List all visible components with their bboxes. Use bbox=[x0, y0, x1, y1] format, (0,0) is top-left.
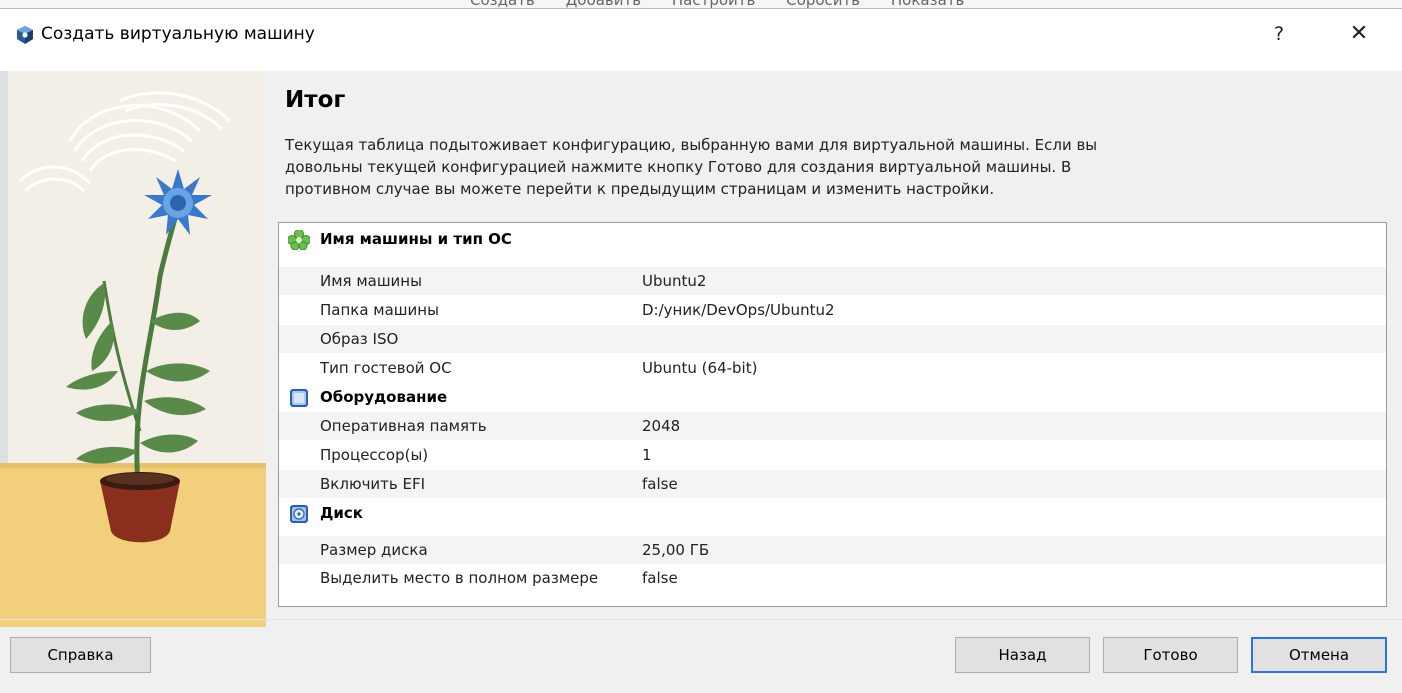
row-key: Папка машины bbox=[320, 301, 439, 319]
close-button[interactable]: ✕ bbox=[1346, 19, 1372, 49]
create-vm-dialog: Создать виртуальную машину ? ✕ Итог Теку… bbox=[0, 8, 1402, 693]
row-value: 2048 bbox=[642, 417, 681, 435]
row-key: Выделить место в полном размере bbox=[320, 569, 599, 587]
summary-row: Включить EFI false bbox=[279, 470, 1386, 498]
summary-row: Выделить место в полном размере false bbox=[279, 564, 1386, 592]
summary-row: Тип гостевой ОС Ubuntu (64-bit) bbox=[279, 354, 1386, 382]
row-key: Оперативная память bbox=[320, 417, 487, 435]
summary-row: Размер диска 25,00 ГБ bbox=[279, 536, 1386, 564]
dialog-title: Создать виртуальную машину bbox=[41, 24, 315, 44]
section-general: Имя машины и тип ОС bbox=[279, 225, 1386, 253]
section-title: Оборудование bbox=[320, 388, 448, 406]
footer-separator bbox=[0, 619, 1402, 620]
row-key: Размер диска bbox=[320, 541, 428, 559]
section-title: Имя машины и тип ОС bbox=[320, 230, 512, 248]
row-key: Процессор(ы) bbox=[320, 446, 429, 464]
row-key: Образ ISO bbox=[320, 330, 399, 348]
row-key: Имя машины bbox=[320, 272, 422, 290]
intro-line: противном случае вы можете перейти к пре… bbox=[285, 180, 995, 198]
row-key: Тип гостевой ОС bbox=[320, 359, 452, 377]
chip-icon bbox=[290, 389, 308, 407]
summary-row: Процессор(ы) 1 bbox=[279, 441, 1386, 469]
section-title: Диск bbox=[320, 504, 363, 522]
dialog-titlebar: Создать виртуальную машину ? ✕ bbox=[0, 9, 1402, 71]
row-value: 1 bbox=[642, 446, 652, 464]
intro-line: Текущая таблица подытоживает конфигураци… bbox=[285, 136, 1098, 154]
row-value: 25,00 ГБ bbox=[642, 541, 710, 559]
hard-disk-icon bbox=[290, 505, 308, 523]
summary-row: Образ ISO bbox=[279, 325, 1386, 353]
row-value: false bbox=[642, 475, 678, 493]
general-settings-icon bbox=[288, 230, 310, 250]
page-intro: Текущая таблица подытоживает конфигураци… bbox=[285, 134, 1285, 200]
virtualbox-icon bbox=[17, 26, 33, 44]
cancel-button[interactable]: Отмена bbox=[1251, 637, 1387, 673]
finish-button[interactable]: Готово bbox=[1103, 637, 1238, 673]
page-heading: Итог bbox=[285, 87, 346, 113]
intro-line: довольны текущей конфигурацией нажмите к… bbox=[285, 158, 1072, 176]
row-value: Ubuntu (64-bit) bbox=[642, 359, 758, 377]
row-value: Ubuntu2 bbox=[642, 272, 707, 290]
summary-table: Имя машины и тип ОС Имя машины Ubuntu2 П… bbox=[278, 222, 1387, 607]
summary-row: Имя машины Ubuntu2 bbox=[279, 267, 1386, 295]
section-disk: Диск bbox=[279, 499, 1386, 527]
summary-row: Оперативная память 2048 bbox=[279, 412, 1386, 440]
row-key: Включить EFI bbox=[320, 475, 426, 493]
back-button[interactable]: Назад bbox=[955, 637, 1090, 673]
help-question-button[interactable]: ? bbox=[1268, 19, 1290, 49]
help-button[interactable]: Справка bbox=[10, 637, 151, 673]
section-hardware: Оборудование bbox=[279, 383, 1386, 411]
wizard-illustration bbox=[0, 71, 266, 627]
row-value: D:/уник/DevOps/Ubuntu2 bbox=[642, 301, 835, 319]
row-value: false bbox=[642, 569, 678, 587]
summary-row: Папка машины D:/уник/DevOps/Ubuntu2 bbox=[279, 296, 1386, 324]
